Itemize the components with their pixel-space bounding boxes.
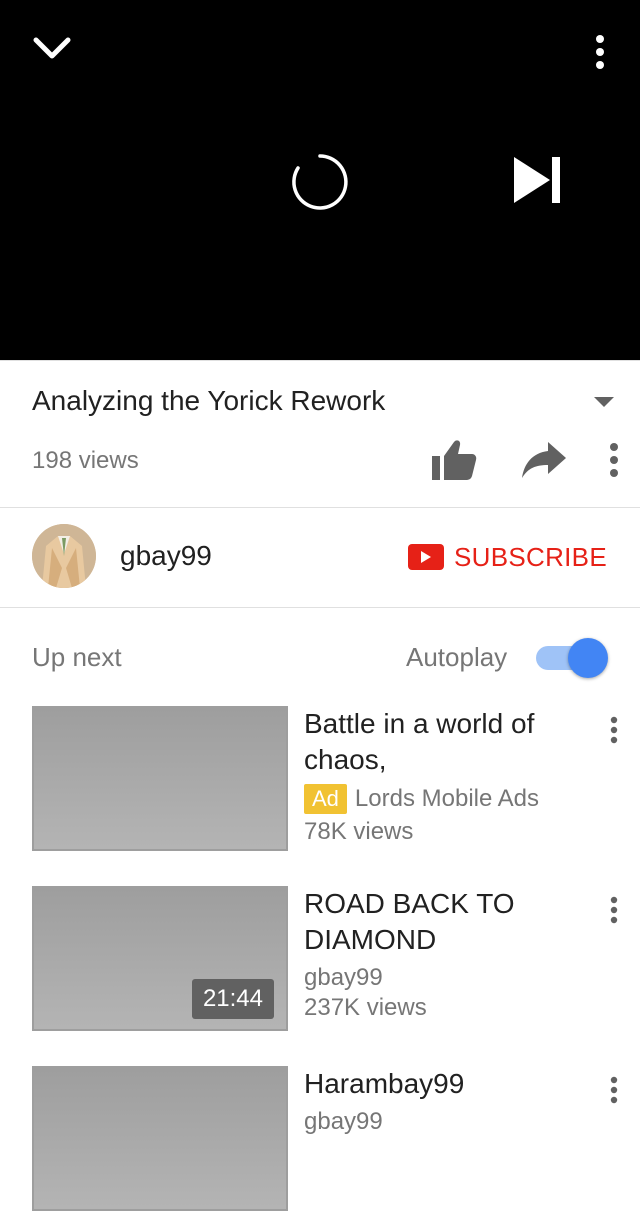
loading-spinner-icon xyxy=(284,146,356,218)
list-item[interactable]: 21:44 ROAD BACK TO DIAMOND gbay99 237K v… xyxy=(0,886,640,1046)
next-video-button[interactable] xyxy=(498,144,578,216)
autoplay-label: Autoplay xyxy=(406,642,508,672)
vertical-dots-icon xyxy=(610,1076,618,1104)
list-item[interactable]: Harambay99 gbay99 xyxy=(0,1066,640,1226)
video-thumbnail[interactable] xyxy=(32,1066,288,1211)
video-item-channel-row: Ad Lords Mobile Ads xyxy=(304,784,539,814)
like-button[interactable] xyxy=(424,433,484,487)
caret-down-icon xyxy=(594,397,614,407)
vertical-dots-icon xyxy=(610,896,618,924)
video-item-views: 237K views xyxy=(304,994,427,1021)
vertical-dots-icon xyxy=(610,443,618,477)
video-item-title[interactable]: ROAD BACK TO DIAMOND xyxy=(304,886,576,958)
video-item-channel: gbay99 xyxy=(304,964,383,991)
video-item-more-button[interactable] xyxy=(596,710,632,750)
list-item[interactable]: Battle in a world of chaos, Ad Lords Mob… xyxy=(0,706,640,866)
video-item-channel: gbay99 xyxy=(304,1108,383,1135)
video-title: Analyzing the Yorick Rework xyxy=(32,385,386,416)
video-item-views: 78K views xyxy=(304,818,414,845)
youtube-play-icon xyxy=(408,544,444,570)
video-item-title[interactable]: Harambay99 xyxy=(304,1066,576,1102)
view-count: 198 views xyxy=(32,447,139,474)
video-more-button[interactable] xyxy=(594,433,634,487)
avatar[interactable] xyxy=(32,524,96,588)
video-item-channel: Lords Mobile Ads xyxy=(354,785,540,812)
video-player[interactable] xyxy=(0,0,640,360)
vertical-dots-icon xyxy=(610,716,618,744)
video-item-more-button[interactable] xyxy=(596,890,632,930)
subscribe-button[interactable]: SUBSCRIBE xyxy=(408,538,607,576)
up-next-heading: Up next xyxy=(32,642,122,672)
video-thumbnail[interactable] xyxy=(32,706,288,851)
vertical-dots-icon xyxy=(596,35,604,69)
video-item-more-button[interactable] xyxy=(596,1070,632,1110)
collapse-player-button[interactable] xyxy=(20,20,84,76)
duration-badge: 21:44 xyxy=(191,979,274,1019)
subscribe-label: SUBSCRIBE xyxy=(454,541,607,572)
skip-next-icon xyxy=(514,157,560,203)
share-arrow-icon xyxy=(522,442,566,478)
toggle-knob xyxy=(568,638,608,678)
chevron-down-icon xyxy=(33,37,71,59)
thumbs-up-icon xyxy=(432,440,477,480)
expand-description-button[interactable] xyxy=(584,387,624,417)
player-more-button[interactable] xyxy=(576,24,624,80)
share-button[interactable] xyxy=(514,433,574,487)
video-item-title[interactable]: Battle in a world of chaos, xyxy=(304,706,576,778)
video-info: Analyzing the Yorick Rework 198 views xyxy=(0,360,640,508)
channel-name[interactable]: gbay99 xyxy=(120,540,212,572)
channel-row: gbay99 SUBSCRIBE xyxy=(0,507,640,608)
autoplay-toggle[interactable] xyxy=(534,638,610,678)
ad-badge: Ad xyxy=(304,784,347,814)
video-thumbnail[interactable]: 21:44 xyxy=(32,886,288,1031)
